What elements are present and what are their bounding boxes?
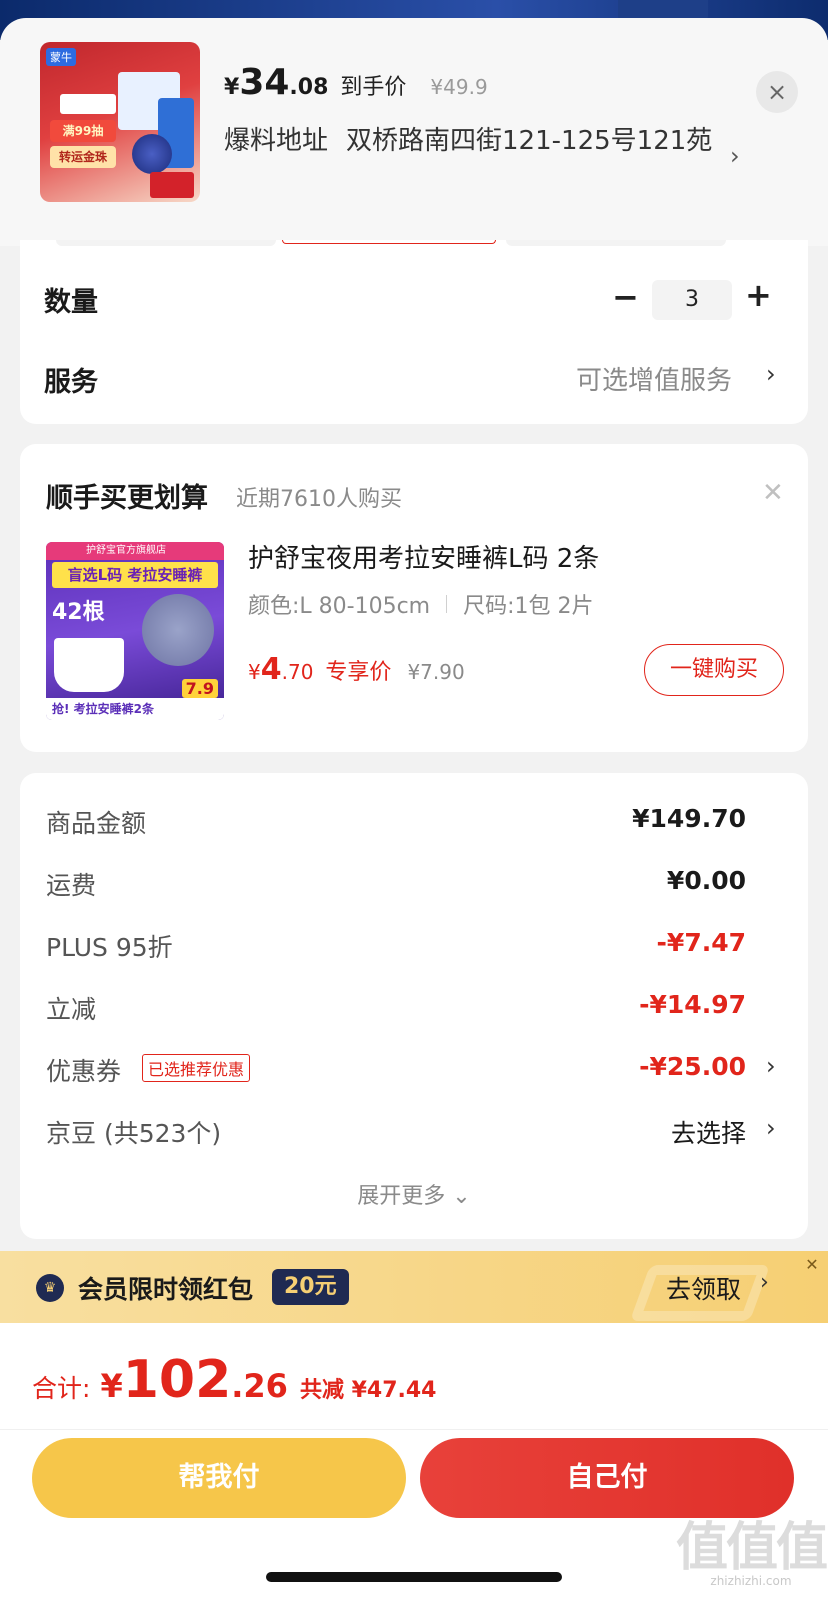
addon-product-name[interactable]: 护舒宝夜用考拉安睡裤L码 2条 <box>248 538 599 575</box>
expand-more-button[interactable]: 展开更多 ⌄ <box>0 1178 828 1210</box>
chevron-right-icon[interactable]: › <box>766 1114 776 1142</box>
product-thumbnail[interactable]: 蒙牛 满99抽 转运金珠 <box>40 42 200 202</box>
pants-graphic <box>54 638 124 692</box>
spec-chip-peek <box>506 240 726 246</box>
chevron-right-icon[interactable]: › <box>766 1052 776 1080</box>
summary-label-jingdou: 京豆 (共523个) <box>46 1119 222 1148</box>
one-click-buy-button[interactable]: 一键购买 <box>644 644 784 696</box>
quantity-decrease-button[interactable]: − <box>612 278 639 316</box>
thumbnail-tag-1: 满99抽 <box>50 120 116 142</box>
thumbnail-sticker <box>60 94 116 114</box>
quantity-label: 数量 <box>44 287 98 318</box>
watermark: 值值值 zhizhizhi.com <box>676 1518 828 1588</box>
spec-divider <box>446 595 448 613</box>
close-icon[interactable]: ✕ <box>762 478 784 508</box>
summary-value-shipping: ¥0.00 <box>666 866 746 895</box>
addon-price: ¥ 4 .70 专享价 ¥7.90 <box>248 652 465 687</box>
banner-text: 会员限时领红包 <box>78 1275 254 1304</box>
order-total: 合计: ¥ 102 .26 共减 ¥47.44 <box>32 1350 437 1410</box>
summary-label-subtotal: 商品金额 <box>46 809 147 838</box>
home-indicator[interactable] <box>266 1572 562 1582</box>
blueberry-graphic <box>132 134 172 174</box>
gift-box-graphic <box>150 172 194 198</box>
total-integer: 102 <box>122 1350 232 1410</box>
image-price-tag: 7.9 <box>181 679 218 698</box>
final-price: ¥ 34 .08 到手价 ¥49.9 <box>224 62 488 103</box>
crown-icon: ♛ <box>36 1274 64 1302</box>
total-decimal: .26 <box>231 1367 288 1405</box>
chevron-right-icon[interactable]: › <box>766 360 776 388</box>
total-label: 合计: <box>32 1374 91 1403</box>
summary-label-coupon: 优惠券 <box>46 1057 122 1086</box>
exclusive-price-label: 专享价 <box>325 660 392 685</box>
price-currency: ¥ <box>224 75 240 100</box>
price-integer: 34 <box>239 62 290 103</box>
image-bottom-banner: 抢! 考拉安睡裤2条 <box>46 698 224 720</box>
summary-label-instant-discount: 立减 <box>46 995 97 1024</box>
image-store-tag: 护舒宝官方旗舰店 <box>46 542 224 560</box>
service-value[interactable]: 可选增值服务 <box>576 360 732 397</box>
summary-value-coupon[interactable]: -¥25.00 <box>639 1052 746 1081</box>
addon-subtitle: 近期7610人购买 <box>236 487 402 512</box>
address-text: 双桥路南四街121-125号121苑 <box>346 126 713 156</box>
self-pay-button[interactable]: 自己付 <box>420 1438 794 1518</box>
price-tag-label: 到手价 <box>340 75 407 100</box>
summary-value-plus-discount: -¥7.47 <box>656 928 746 957</box>
original-price: ¥49.9 <box>430 75 488 99</box>
banner-claim-link[interactable]: 去领取 <box>666 1270 741 1306</box>
chevron-right-icon[interactable]: › <box>730 142 740 170</box>
koala-graphic <box>142 594 214 666</box>
total-currency: ¥ <box>100 1367 123 1405</box>
summary-value-subtotal: ¥149.70 <box>632 804 746 833</box>
coupon-status-badge: 已选推荐优惠 <box>142 1054 251 1082</box>
banner-amount-badge: 20元 <box>272 1269 349 1305</box>
addon-title: 顺手买更划算 <box>46 483 208 514</box>
image-banner: 盲选L码 考拉安睡裤 <box>52 562 218 588</box>
spec-color: 颜色:L 80-105cm <box>248 594 431 619</box>
addon-product-image[interactable]: 护舒宝官方旗舰店 盲选L码 考拉安睡裤 42根 7.9 抢! 考拉安睡裤2条 <box>46 542 224 720</box>
price-decimal: .70 <box>281 660 314 684</box>
spec-chip-selected-peek <box>282 240 496 244</box>
brand-logo: 蒙牛 <box>46 48 76 66</box>
service-label: 服务 <box>44 367 98 398</box>
total-savings: 共减 ¥47.44 <box>299 1378 437 1403</box>
summary-label-shipping: 运费 <box>46 871 97 900</box>
close-icon[interactable]: × <box>756 71 798 113</box>
spec-chip-peek <box>56 240 276 246</box>
quantity-input[interactable]: 3 <box>652 280 732 320</box>
price-integer: 4 <box>260 652 282 687</box>
watermark-logo: 值值值 <box>676 1518 828 1578</box>
address-row[interactable]: 爆料地址 双桥路南四街121-125号121苑 <box>224 118 724 164</box>
price-decimal: .08 <box>289 75 329 100</box>
original-price: ¥7.90 <box>407 660 465 684</box>
summary-label-plus-discount: PLUS 95折 <box>46 933 173 962</box>
summary-value-instant-discount: -¥14.97 <box>639 990 746 1019</box>
help-pay-button[interactable]: 帮我付 <box>32 1438 406 1518</box>
address-label: 爆料地址 <box>224 126 329 156</box>
quantity-increase-button[interactable]: + <box>745 276 772 314</box>
price-currency: ¥ <box>248 660 261 684</box>
thumbnail-tag-2: 转运金珠 <box>50 146 116 168</box>
divider <box>0 1429 828 1430</box>
chevron-right-icon[interactable]: › <box>760 1270 769 1295</box>
jingdou-select-link[interactable]: 去选择 <box>671 1114 746 1150</box>
addon-product-specs: 颜色:L 80-105cm 尺码:1包 2片 <box>248 588 594 620</box>
close-icon[interactable]: ✕ <box>800 1253 824 1277</box>
image-count: 42根 <box>52 600 105 625</box>
spec-size: 尺码:1包 2片 <box>463 594 594 619</box>
